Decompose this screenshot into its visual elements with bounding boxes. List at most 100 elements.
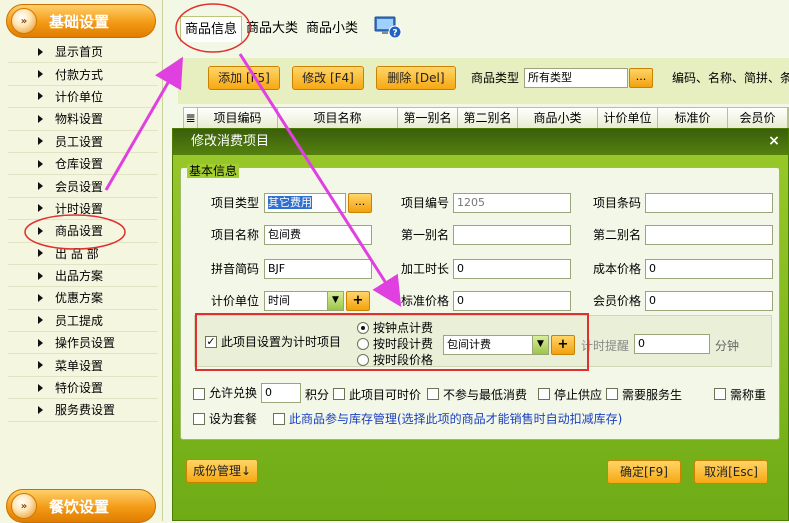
nav-list: 显示首页 付款方式 计价单位 物料设置 员工设置 仓库设置 会员设置 计时设置 … xyxy=(8,41,158,422)
sidebar-item-service-fee[interactable]: 服务费设置 xyxy=(8,399,158,422)
grid-header: ≣ 项目编码 项目名称 第一别名 第二别名 商品小类 计价单位 标准价 会员价 xyxy=(183,107,789,129)
no-min-spend-checkbox[interactable] xyxy=(427,388,439,400)
add-button[interactable]: 添加 [F5] xyxy=(208,66,280,90)
tab-product-category[interactable]: 商品大类 xyxy=(242,16,302,42)
sidebar-item-home[interactable]: 显示首页 xyxy=(8,41,158,64)
member-price-field[interactable]: 0 xyxy=(645,291,773,311)
column-header[interactable]: 会员价 xyxy=(728,108,788,128)
sidebar-item-unit[interactable]: 计价单位 xyxy=(8,86,158,109)
dialog-title: 修改消费项目 xyxy=(173,129,788,155)
timed-price-label: 此项目可时价 xyxy=(349,388,422,402)
sidebar-item-product[interactable]: 商品设置 xyxy=(8,220,158,243)
timed-price-checkbox[interactable] xyxy=(333,388,345,400)
timed-item-checkbox[interactable]: ✓ xyxy=(205,336,217,348)
chevron-down-icon[interactable]: ▼ xyxy=(532,336,548,354)
column-header[interactable]: 商品小类 xyxy=(518,108,598,128)
set-meal-checkbox[interactable] xyxy=(193,413,205,425)
sidebar-item-payment[interactable]: 付款方式 xyxy=(8,63,158,86)
column-header[interactable]: 计价单位 xyxy=(598,108,658,128)
unit-select[interactable]: 时间 ▼ xyxy=(264,291,344,311)
triangle-right-icon xyxy=(38,137,43,146)
barcode-field[interactable] xyxy=(645,193,773,213)
need-weigh-checkbox[interactable] xyxy=(714,388,726,400)
section-catering-settings[interactable]: » 餐饮设置 xyxy=(6,489,156,523)
cost-label: 成本价格 xyxy=(593,262,642,276)
sidebar-item-label: 操作员设置 xyxy=(55,336,116,351)
std-price-label: 标准价格 xyxy=(401,294,450,308)
sidebar-item-timing[interactable]: 计时设置 xyxy=(8,198,158,221)
help-monitor-icon[interactable]: ? xyxy=(374,15,402,39)
edit-button[interactable]: 修改 [F4] xyxy=(292,66,364,90)
triangle-right-icon xyxy=(38,159,43,168)
stop-supply-checkbox[interactable] xyxy=(538,388,550,400)
pinyin-field[interactable]: BJF xyxy=(264,259,372,279)
sidebar-item-label: 特价设置 xyxy=(55,381,104,396)
section-title: 餐饮设置 xyxy=(49,497,110,516)
product-type-browse-button[interactable]: ... xyxy=(629,68,653,88)
radio-by-period-price[interactable] xyxy=(357,354,369,366)
sidebar-item-commission[interactable]: 员工提成 xyxy=(8,310,158,333)
set-meal-label: 设为套餐 xyxy=(209,412,258,426)
sidebar-item-discount[interactable]: 优惠方案 xyxy=(8,287,158,310)
section-title: 基础设置 xyxy=(49,12,110,31)
sidebar-item-label: 付款方式 xyxy=(55,67,104,82)
add-unit-button[interactable]: + xyxy=(346,291,370,311)
sidebar-item-warehouse[interactable]: 仓库设置 xyxy=(8,153,158,176)
allow-exchange-label: 允许兑换 xyxy=(209,386,258,400)
allow-exchange-checkbox[interactable] xyxy=(193,388,205,400)
sidebar-item-staff[interactable]: 员工设置 xyxy=(8,131,158,153)
sidebar-item-label: 出 品 部 xyxy=(55,246,99,261)
item-type-field[interactable]: 其它费用 xyxy=(264,193,346,213)
ok-button[interactable]: 确定[F9] xyxy=(607,460,681,484)
triangle-right-icon xyxy=(38,114,43,123)
sidebar-item-label: 员工设置 xyxy=(55,134,104,149)
close-icon[interactable]: × xyxy=(766,133,782,149)
item-name-field[interactable]: 包间费 xyxy=(264,225,372,245)
item-code-field[interactable]: 1205 xyxy=(453,193,571,213)
components-button[interactable]: 成份管理↓ xyxy=(186,459,258,483)
sidebar-item-operator[interactable]: 操作员设置 xyxy=(8,332,158,355)
exchange-points-field[interactable]: 0 xyxy=(261,383,301,403)
billing-plan-select[interactable]: 包间计费 ▼ xyxy=(443,335,549,355)
cancel-button[interactable]: 取消[Esc] xyxy=(694,460,768,484)
product-type-select[interactable]: 所有类型 xyxy=(524,68,628,88)
add-billing-plan-button[interactable]: + xyxy=(551,335,575,355)
sidebar-item-menu[interactable]: 菜单设置 xyxy=(8,354,158,377)
duration-field[interactable]: 0 xyxy=(453,259,571,279)
delete-button[interactable]: 删除 [Del] xyxy=(376,66,456,90)
sidebar-item-special-price[interactable]: 特价设置 xyxy=(8,377,158,400)
radio-by-clock[interactable] xyxy=(357,322,369,334)
sidebar-item-dispatch-dept[interactable]: 出 品 部 xyxy=(8,243,158,265)
column-header[interactable]: 第二别名 xyxy=(458,108,518,128)
sidebar-item-dispatch-plan[interactable]: 出品方案 xyxy=(8,265,158,288)
search-hint: 编码、名称、简拼、条 xyxy=(672,71,789,85)
std-price-field[interactable]: 0 xyxy=(453,291,571,311)
cost-field[interactable]: 0 xyxy=(645,259,773,279)
member-price-label: 会员价格 xyxy=(593,294,642,308)
timer-remind-field[interactable]: 0 xyxy=(634,334,710,354)
inventory-label: 此商品参与库存管理(选择此项的商品才能销售时自动扣减库存) xyxy=(289,412,623,426)
column-header[interactable]: 标准价 xyxy=(658,108,728,128)
duration-label: 加工时长 xyxy=(401,262,450,276)
column-header[interactable]: 项目名称 xyxy=(278,108,398,128)
sidebar-item-label: 优惠方案 xyxy=(55,291,104,306)
alias1-field[interactable] xyxy=(453,225,571,245)
section-basic-settings[interactable]: » 基础设置 xyxy=(6,4,156,38)
radio-by-period[interactable] xyxy=(357,338,369,350)
sidebar-item-member[interactable]: 会员设置 xyxy=(8,175,158,198)
tab-product-subcategory[interactable]: 商品小类 xyxy=(302,16,362,42)
alias2-field[interactable] xyxy=(645,225,773,245)
sidebar-item-label: 显示首页 xyxy=(55,45,104,60)
item-type-browse-button[interactable]: ... xyxy=(348,193,372,213)
inventory-checkbox[interactable] xyxy=(273,413,285,425)
sidebar-item-label: 出品方案 xyxy=(55,269,104,284)
need-server-checkbox[interactable] xyxy=(606,388,618,400)
sidebar-item-material[interactable]: 物料设置 xyxy=(8,108,158,131)
sidebar: » 基础设置 显示首页 付款方式 计价单位 物料设置 员工设置 仓库设置 会员设… xyxy=(0,0,163,523)
column-header[interactable]: 第一别名 xyxy=(398,108,458,128)
timer-remind-unit: 分钟 xyxy=(715,339,740,353)
need-weigh-label: 需称重 xyxy=(730,388,767,402)
tab-product-info[interactable]: 商品信息 xyxy=(180,16,243,42)
column-header[interactable]: 项目编码 xyxy=(198,108,278,128)
chevron-down-icon[interactable]: ▼ xyxy=(327,292,343,310)
